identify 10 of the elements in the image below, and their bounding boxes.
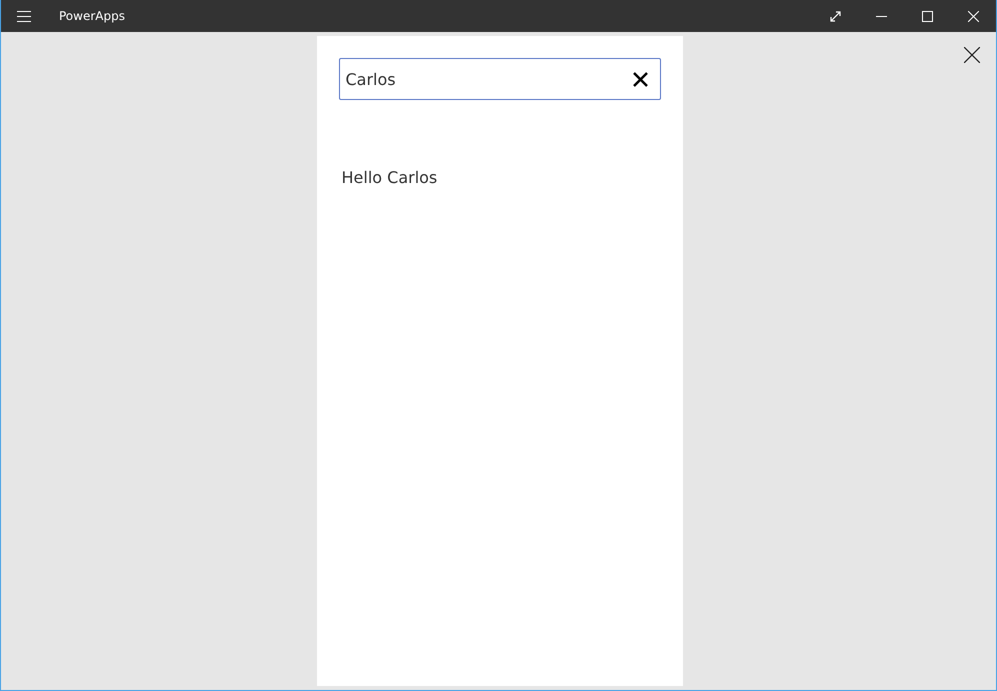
close-icon: [964, 47, 980, 63]
menu-icon: [17, 10, 31, 22]
greeting-label: Hello Carlos: [342, 168, 438, 187]
close-app-button[interactable]: [964, 47, 980, 63]
search-field[interactable]: Carlos: [338, 58, 660, 100]
expand-arrows-icon: [830, 10, 840, 22]
close-icon: [968, 10, 978, 22]
window-title: PowerApps: [59, 9, 125, 23]
maximize-icon: [922, 10, 932, 22]
clear-icon: [633, 72, 648, 86]
